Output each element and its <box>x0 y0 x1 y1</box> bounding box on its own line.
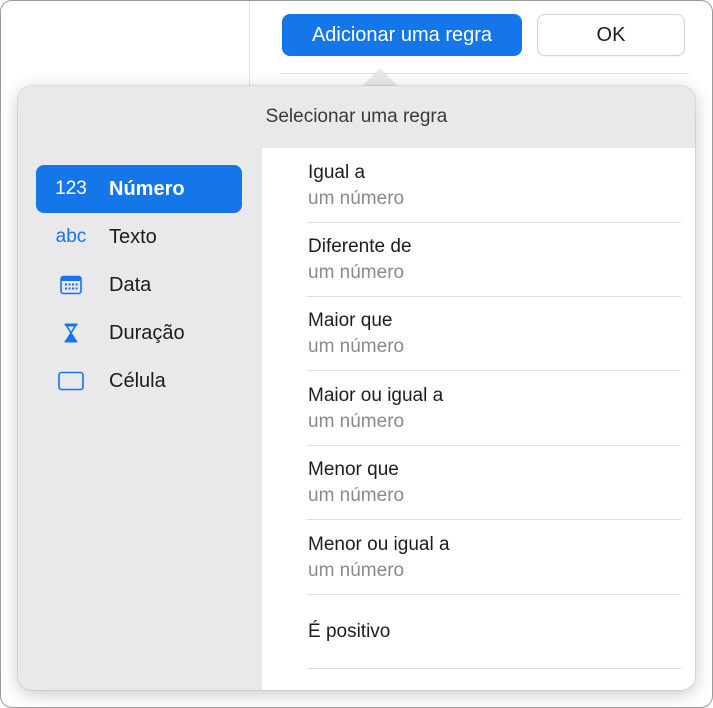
calendar-icon <box>36 261 106 309</box>
hourglass-icon <box>36 309 106 357</box>
cell-icon <box>36 357 106 405</box>
sidebar-item-label: Número <box>109 177 185 200</box>
list-item[interactable]: Diferente de um número <box>307 222 681 297</box>
rule-title: Maior que <box>308 310 393 331</box>
sidebar-item-label: Texto <box>109 225 157 248</box>
rule-title: Menor que <box>308 459 399 480</box>
sidebar-item-data[interactable]: Data <box>36 261 242 309</box>
rule-list: Igual a um número Diferente de um número… <box>262 148 695 690</box>
rule-title: É positivo <box>308 621 391 642</box>
text-icon: abc <box>55 226 87 247</box>
sidebar-item-label: Duração <box>109 321 185 344</box>
list-item[interactable]: É positivo <box>307 594 681 669</box>
rule-subtitle: um número <box>308 262 405 283</box>
rule-subtitle: um número <box>308 411 405 432</box>
number-icon: 123 <box>55 178 87 199</box>
rule-title: Igual a <box>308 162 366 183</box>
rule-title: Diferente de <box>308 236 412 257</box>
list-item[interactable]: Menor ou igual a um número <box>307 520 681 595</box>
ok-button[interactable]: OK <box>537 14 685 56</box>
background-divider <box>249 1 250 91</box>
list-item[interactable]: Igual a um número <box>307 148 681 223</box>
rule-category-sidebar: 123 Número abc Texto Data Duração Célula <box>18 148 262 690</box>
sidebar-item-label: Célula <box>109 369 166 392</box>
sidebar-item-texto[interactable]: abc Texto <box>36 213 242 261</box>
background-separator <box>279 73 689 74</box>
list-item[interactable]: Menor que um número <box>307 445 681 520</box>
list-item[interactable]: Maior ou igual a um número <box>307 371 681 446</box>
sidebar-item-duracao[interactable]: Duração <box>36 309 242 357</box>
sidebar-item-numero[interactable]: 123 Número <box>36 165 242 213</box>
rule-subtitle: um número <box>308 336 405 357</box>
add-rule-button[interactable]: Adicionar uma regra <box>282 14 522 56</box>
sidebar-item-label: Data <box>109 273 152 296</box>
rule-title: Menor ou igual a <box>308 534 450 555</box>
rule-picker-popover: Selecionar uma regra 123 Número abc Text… <box>18 86 695 690</box>
popover-arrow <box>363 69 397 86</box>
rule-title: Maior ou igual a <box>308 385 444 406</box>
sidebar-item-celula[interactable]: Célula <box>36 357 242 405</box>
rule-subtitle: um número <box>308 560 405 581</box>
list-item[interactable]: Maior que um número <box>307 296 681 371</box>
window: Adicionar uma regra OK Selecionar uma re… <box>0 0 713 708</box>
rule-subtitle: um número <box>308 485 405 506</box>
popover-title: Selecionar uma regra <box>265 106 448 127</box>
rule-subtitle: um número <box>308 188 405 209</box>
